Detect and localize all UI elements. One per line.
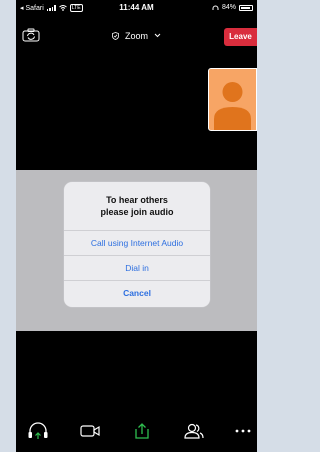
dialog-title-line2: please join audio <box>100 207 174 217</box>
meeting-top-bar: Zoom Leave <box>16 26 257 48</box>
dial-in-button[interactable]: Dial in <box>64 255 210 280</box>
video-icon[interactable] <box>78 422 102 440</box>
cancel-button[interactable]: Cancel <box>64 280 210 305</box>
dialog-title-line1: To hear others <box>106 195 168 205</box>
join-audio-dialog: To hear others please join audio Call us… <box>64 182 210 307</box>
battery-icon <box>239 4 253 11</box>
participants-icon[interactable] <box>182 422 206 440</box>
meeting-title-label: Zoom <box>124 31 148 41</box>
battery-percent: 84% <box>221 4 236 11</box>
dialog-title: To hear others please join audio <box>64 182 210 230</box>
meeting-toolbar <box>16 415 257 452</box>
headphones-icon <box>212 5 219 10</box>
shield-check-icon <box>112 32 120 40</box>
chevron-down-icon <box>154 33 160 38</box>
join-audio-icon[interactable] <box>26 422 50 440</box>
leave-button[interactable]: Leave <box>224 28 257 46</box>
meeting-title[interactable]: Zoom <box>16 31 257 41</box>
share-icon[interactable] <box>130 422 154 440</box>
more-icon[interactable] <box>231 422 255 440</box>
meeting-screen: ◂ Safari LTE 11:44 AM 84% Zoom Leave To … <box>16 0 257 452</box>
self-video-thumbnail[interactable] <box>208 68 257 131</box>
avatar-icon <box>214 82 251 130</box>
status-bar: ◂ Safari LTE 11:44 AM 84% <box>16 0 257 18</box>
call-internet-audio-button[interactable]: Call using Internet Audio <box>64 230 210 255</box>
